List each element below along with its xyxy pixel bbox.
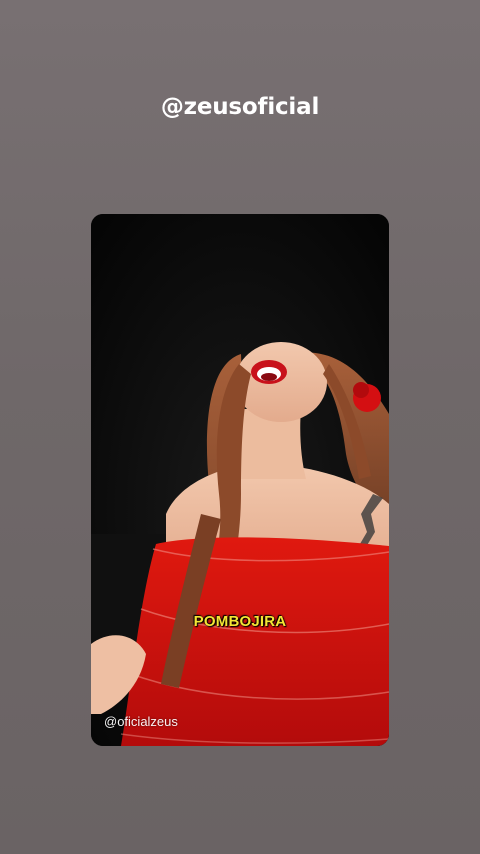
- video-frame: [91, 214, 389, 746]
- video-caption: POMBOJIRA: [193, 613, 287, 630]
- video-watermark: @oficialzeus: [104, 714, 178, 729]
- story-username[interactable]: @zeusoficial: [0, 94, 480, 120]
- video-player[interactable]: POMBOJIRA @oficialzeus: [91, 214, 389, 746]
